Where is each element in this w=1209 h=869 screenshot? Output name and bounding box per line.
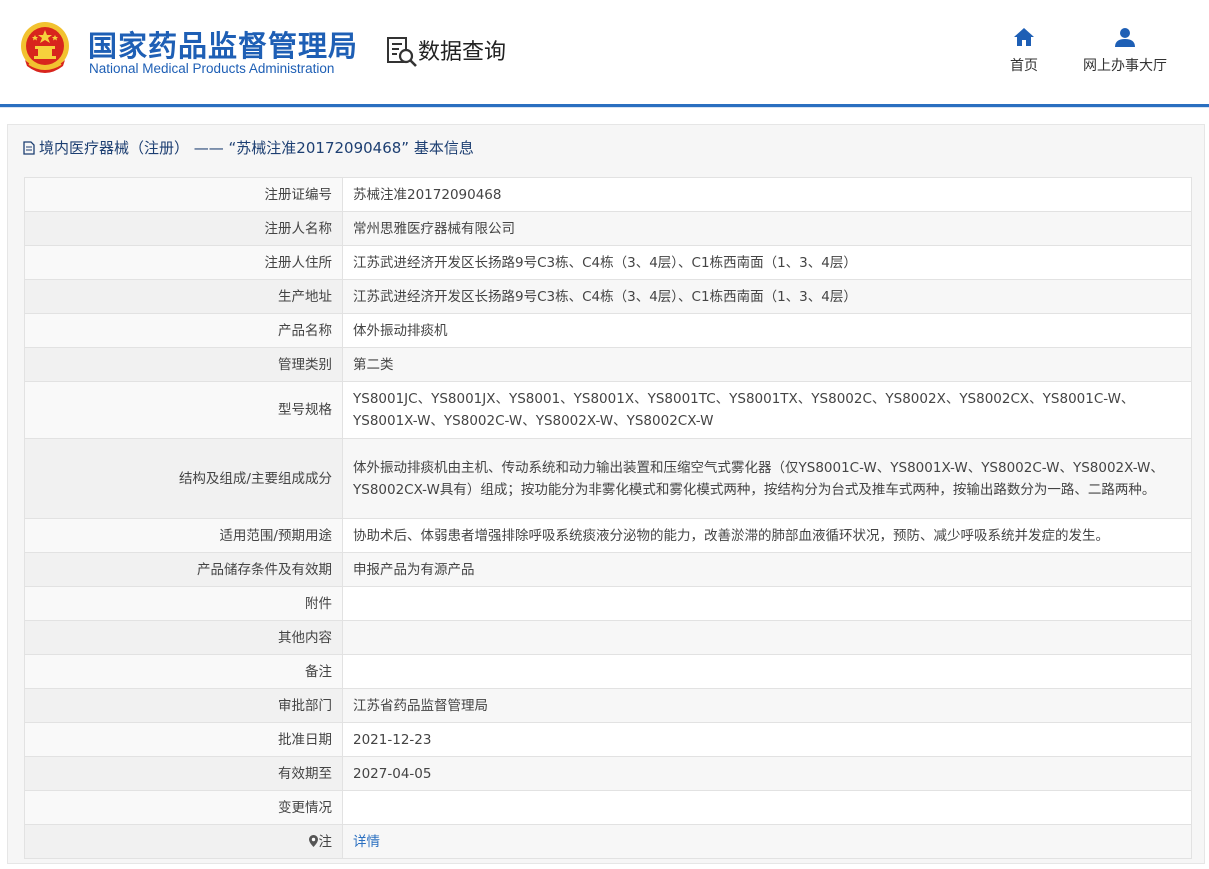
row-key: 有效期至 xyxy=(24,756,343,791)
detail-panel: 境内医疗器械（注册） —— “苏械注准20172090468” 基本信息 注册证… xyxy=(7,124,1205,864)
table-row: 附件 xyxy=(24,586,1192,621)
table-row: 注册证编号 苏械注准20172090468 xyxy=(24,177,1192,212)
user-icon xyxy=(1115,28,1135,47)
panel-title-text: 境内医疗器械（注册） —— “苏械注准20172090468” 基本信息 xyxy=(39,139,474,157)
row-value: 体外振动排痰机由主机、传动系统和动力输出装置和压缩空气式雾化器（仅YS8001C… xyxy=(342,438,1192,519)
site-logo-cn[interactable]: 国家药品监督管理局 xyxy=(88,23,358,65)
header-divider-light xyxy=(0,107,1209,108)
table-row: 注册人名称 常州思雅医疗器械有限公司 xyxy=(24,211,1192,246)
row-value: 协助术后、体弱患者增强排除呼吸系统痰液分泌物的能力，改善淤滞的肺部血液循环状况，… xyxy=(342,518,1192,553)
section-title: 数据查询 xyxy=(418,40,507,65)
row-key: 注册证编号 xyxy=(24,177,343,212)
note-key-text: 注 xyxy=(318,833,333,850)
row-key: 批准日期 xyxy=(24,722,343,757)
row-key: 其他内容 xyxy=(24,620,343,655)
row-value: 第二类 xyxy=(342,347,1192,382)
nav-home-label: 首页 xyxy=(1010,58,1038,74)
national-emblem-icon xyxy=(21,22,69,73)
row-key: 结构及组成/主要组成成分 xyxy=(24,438,343,519)
table-row: 结构及组成/主要组成成分 体外振动排痰机由主机、传动系统和动力输出装置和压缩空气… xyxy=(24,438,1192,519)
row-value: 江苏武进经济开发区长扬路9号C3栋、C4栋（3、4层）、C1栋西南面（1、3、4… xyxy=(342,279,1192,314)
row-key: 产品储存条件及有效期 xyxy=(24,552,343,587)
row-key: 变更情况 xyxy=(24,790,343,825)
row-value: 常州思雅医疗器械有限公司 xyxy=(342,211,1192,246)
nav-online-hall-link[interactable]: 网上办事大厅 xyxy=(1078,27,1172,75)
row-key: 注册人名称 xyxy=(24,211,343,246)
row-value: 江苏省药品监督管理局 xyxy=(342,688,1192,723)
table-row: 生产地址 江苏武进经济开发区长扬路9号C3栋、C4栋（3、4层）、C1栋西南面（… xyxy=(24,279,1192,314)
table-row: 产品名称 体外振动排痰机 xyxy=(24,313,1192,348)
row-key: 生产地址 xyxy=(24,279,343,314)
row-key: 管理类别 xyxy=(24,347,343,382)
table-row: 有效期至 2027-04-05 xyxy=(24,756,1192,791)
row-value xyxy=(342,654,1192,689)
site-logo-en[interactable]: National Medical Products Administration xyxy=(89,61,334,76)
table-row: 适用范围/预期用途 协助术后、体弱患者增强排除呼吸系统痰液分泌物的能力，改善淤滞… xyxy=(24,518,1192,553)
row-value: 详情 xyxy=(342,824,1192,859)
row-key: 型号规格 xyxy=(24,381,343,439)
row-key: 附件 xyxy=(24,586,343,621)
row-key: 审批部门 xyxy=(24,688,343,723)
row-key: 产品名称 xyxy=(24,313,343,348)
home-icon xyxy=(1014,28,1034,46)
row-key: 注册人住所 xyxy=(24,245,343,280)
info-table: 注册证编号 苏械注准20172090468 注册人名称 常州思雅医疗器械有限公司… xyxy=(24,177,1192,859)
row-value: 体外振动排痰机 xyxy=(342,313,1192,348)
row-value: YS8001JC、YS8001JX、YS8001、YS8001X、YS8001T… xyxy=(342,381,1192,439)
row-value: 江苏武进经济开发区长扬路9号C3栋、C4栋（3、4层）、C1栋西南面（1、3、4… xyxy=(342,245,1192,280)
table-row: 型号规格 YS8001JC、YS8001JX、YS8001、YS8001X、YS… xyxy=(24,381,1192,439)
table-row: 产品储存条件及有效期 申报产品为有源产品 xyxy=(24,552,1192,587)
row-value: 2027-04-05 xyxy=(342,756,1192,791)
table-row: 其他内容 xyxy=(24,620,1192,655)
pin-icon xyxy=(308,834,318,847)
row-value: 苏械注准20172090468 xyxy=(342,177,1192,212)
table-row: 变更情况 xyxy=(24,790,1192,825)
row-value xyxy=(342,790,1192,825)
table-row: 备注 xyxy=(24,654,1192,689)
table-row: 批准日期 2021-12-23 xyxy=(24,722,1192,757)
table-row: 管理类别 第二类 xyxy=(24,347,1192,382)
row-key: 备注 xyxy=(24,654,343,689)
nav-home-link[interactable]: 首页 xyxy=(1004,27,1044,75)
site-header: 国家药品监督管理局 National Medical Products Admi… xyxy=(0,0,1209,104)
row-value xyxy=(342,586,1192,621)
row-value: 2021-12-23 xyxy=(342,722,1192,757)
document-icon xyxy=(23,140,35,155)
row-key: 注 xyxy=(24,824,343,859)
detail-link[interactable]: 详情 xyxy=(353,834,380,850)
table-row: 注 详情 xyxy=(24,824,1192,859)
row-value xyxy=(342,620,1192,655)
row-value: 申报产品为有源产品 xyxy=(342,552,1192,587)
data-query-icon xyxy=(387,37,417,67)
row-key: 适用范围/预期用途 xyxy=(24,518,343,553)
table-row: 注册人住所 江苏武进经济开发区长扬路9号C3栋、C4栋（3、4层）、C1栋西南面… xyxy=(24,245,1192,280)
table-row: 审批部门 江苏省药品监督管理局 xyxy=(24,688,1192,723)
panel-title: 境内医疗器械（注册） —— “苏械注准20172090468” 基本信息 xyxy=(23,137,474,158)
nav-online-hall-label: 网上办事大厅 xyxy=(1083,58,1167,74)
